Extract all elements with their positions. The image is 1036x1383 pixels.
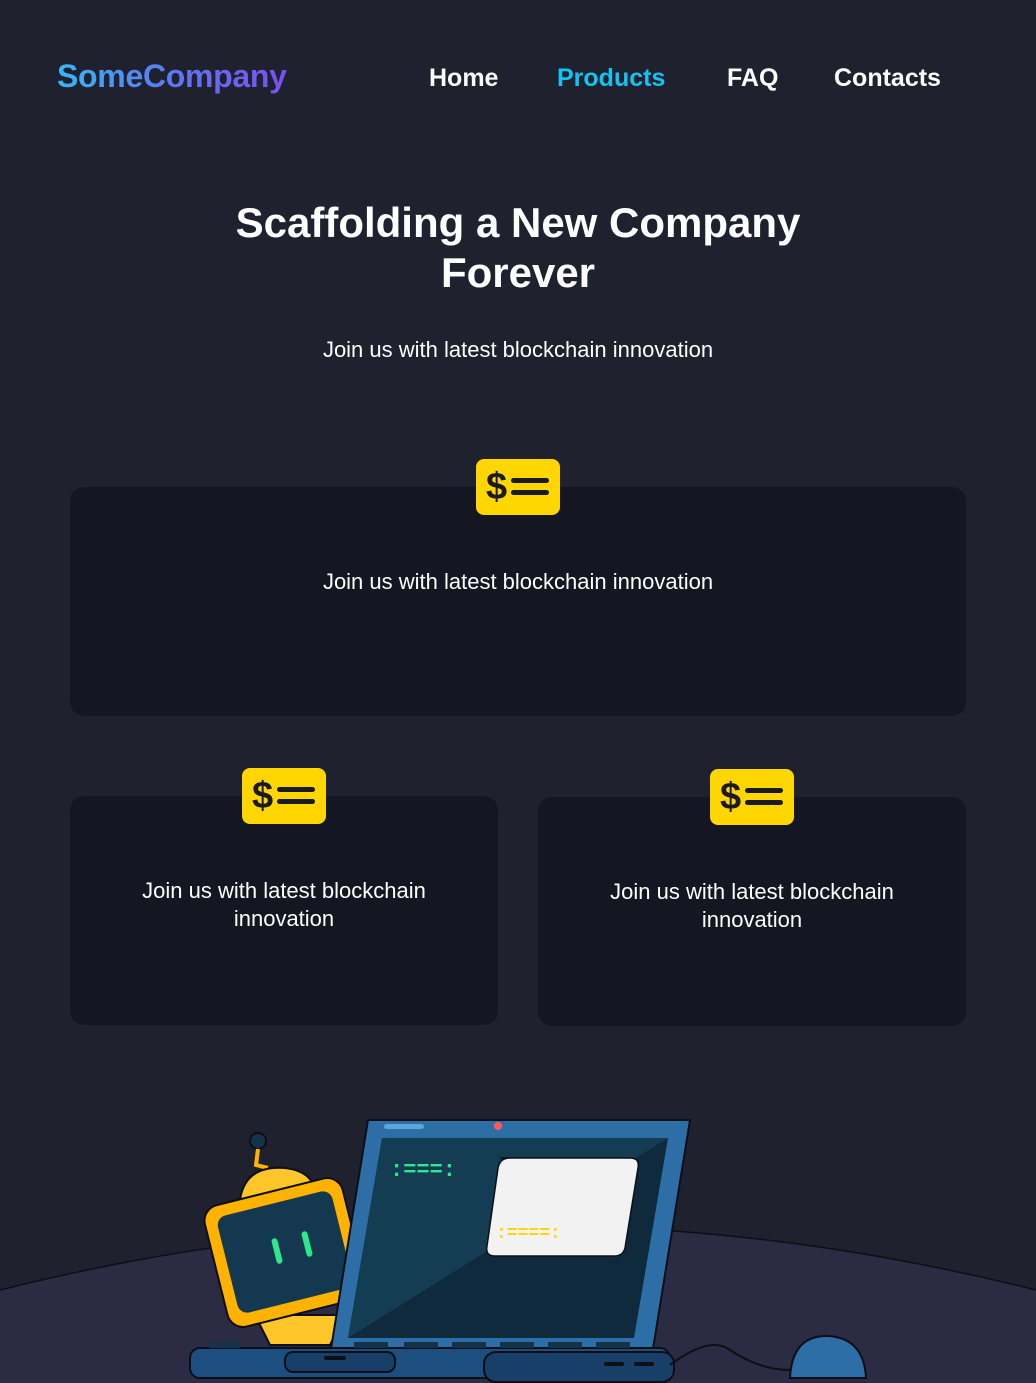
svg-text::===:: :===:: [390, 1158, 456, 1183]
nav-item-home[interactable]: Home: [429, 64, 498, 93]
main-nav: Home Products FAQ Contacts: [0, 64, 1036, 98]
feature-card-2-text: Join us with latest blockchain innovatio…: [110, 877, 458, 933]
nav-item-faq[interactable]: FAQ: [727, 64, 778, 93]
hero-title-line-2: Forever: [440, 249, 596, 296]
dollar-list-icon: $: [720, 776, 783, 818]
robot-laptop-illustration: :===: :====:: [0, 1119, 1036, 1383]
feature-badge-3: $: [710, 769, 794, 825]
nav-item-products[interactable]: Products: [557, 64, 665, 93]
svg-text:$: $: [252, 775, 273, 817]
feature-card-2-text-line-1: Join us with latest blockchain: [142, 878, 426, 903]
feature-card-1-text: Join us with latest blockchain innovatio…: [322, 569, 714, 594]
dollar-list-icon: $: [252, 775, 315, 817]
hero-title-line-1: Scaffolding a New Company: [235, 199, 801, 246]
nav-item-contacts[interactable]: Contacts: [834, 64, 941, 93]
hero-title: Scaffolding a New Company Forever: [0, 198, 1036, 298]
svg-text:$: $: [486, 466, 507, 508]
dollar-list-icon: $: [486, 466, 549, 508]
feature-card-3-text-line-1: Join us with latest blockchain: [610, 879, 894, 904]
svg-text::====:: :====:: [496, 1224, 561, 1244]
hero-subtitle: Join us with latest blockchain innovatio…: [322, 337, 714, 362]
feature-card-2-text-line-2: innovation: [233, 906, 335, 931]
feature-card-1: Join us with latest blockchain innovatio…: [70, 487, 966, 716]
feature-card-3: Join us with latest blockchain innovatio…: [538, 797, 966, 1026]
svg-text:$: $: [720, 776, 741, 818]
feature-card-3-text-line-2: innovation: [701, 907, 803, 932]
feature-card-2: Join us with latest blockchain innovatio…: [70, 796, 498, 1025]
feature-badge-2: $: [242, 768, 326, 824]
feature-card-3-text: Join us with latest blockchain innovatio…: [578, 878, 926, 934]
landing-page: SomeCompany Home Products FAQ Contacts S…: [0, 0, 1036, 1383]
feature-badge-1: $: [476, 459, 560, 515]
